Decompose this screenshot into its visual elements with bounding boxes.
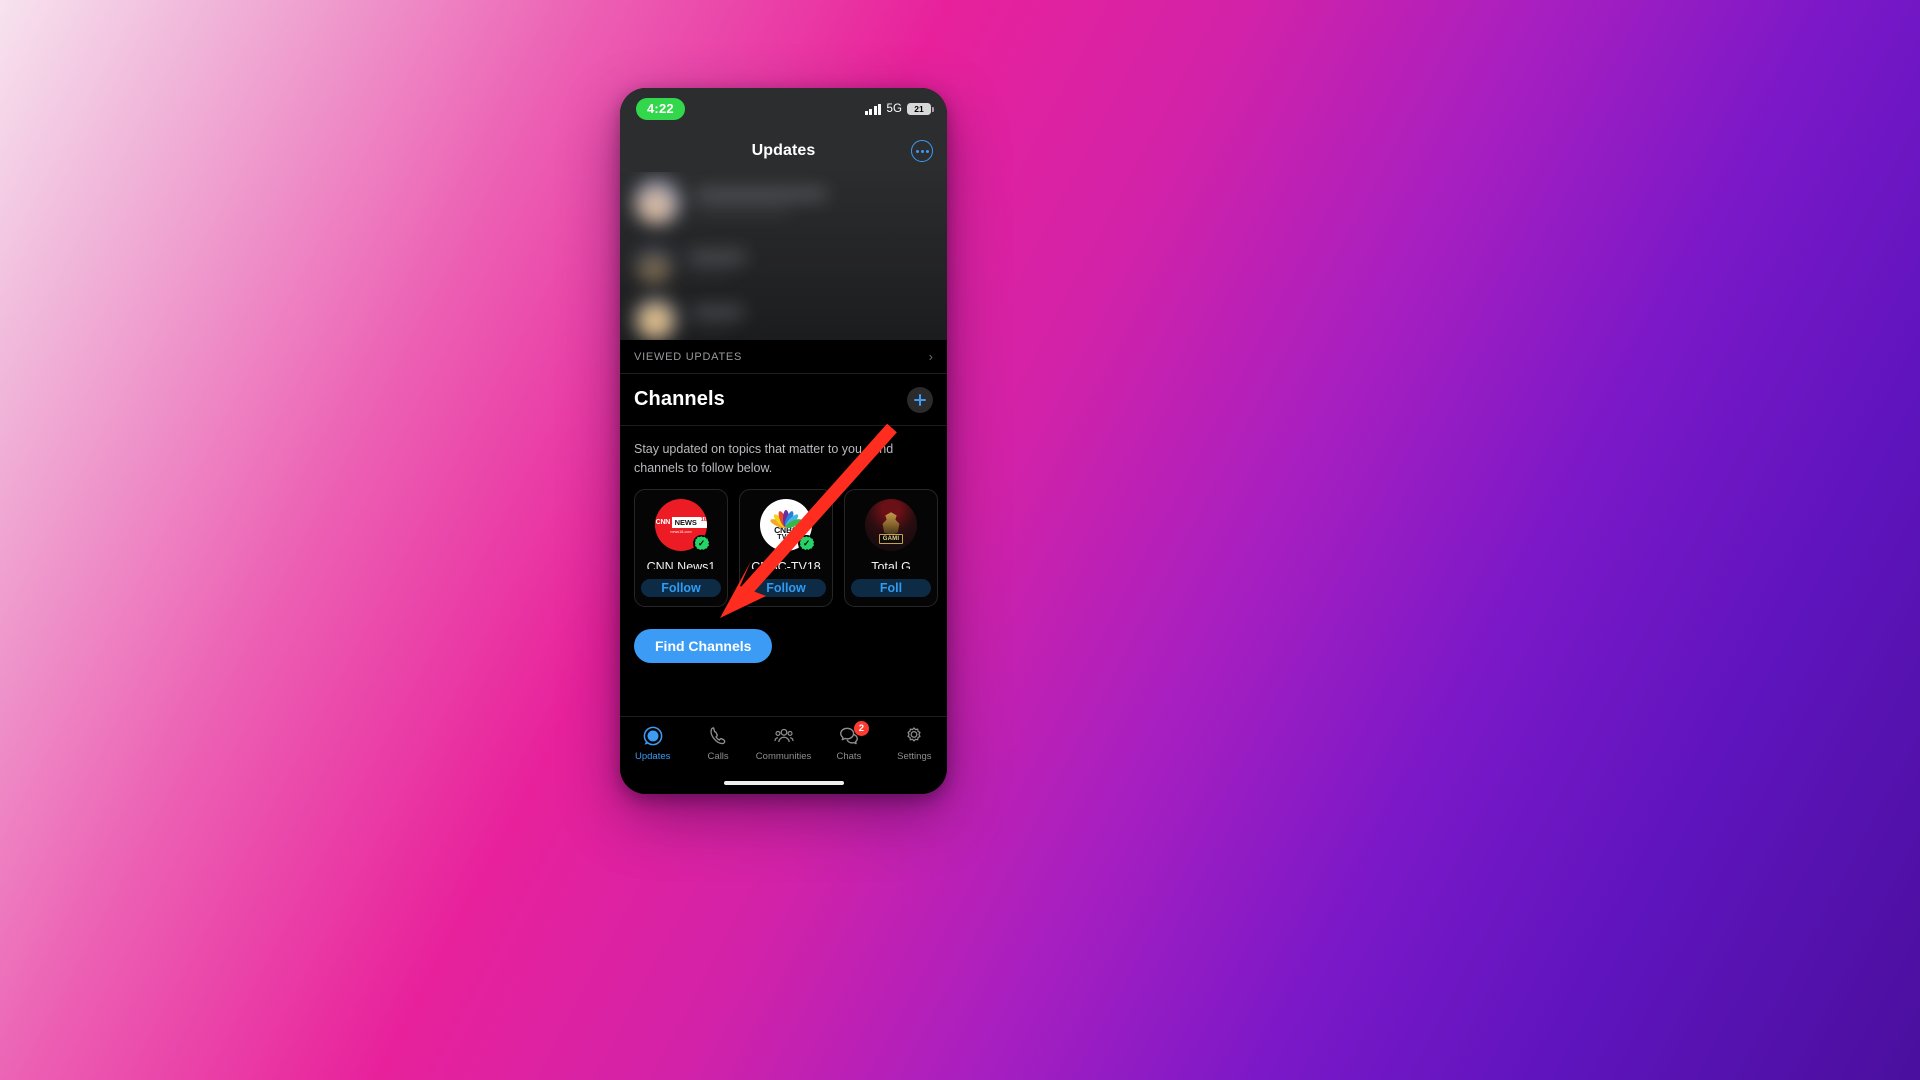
cnbc-logo-sub: TV18 (777, 534, 795, 542)
channels-header: Channels (620, 374, 947, 426)
list-item[interactable] (634, 297, 744, 340)
channel-card-cnbc-tv18[interactable]: CNBC TV18 CNBC-TV18 Follow (739, 488, 833, 607)
battery-level-label: 21 (914, 103, 924, 114)
tab-calls[interactable]: Calls (685, 725, 750, 762)
channels-description: Stay updated on topics that matter to yo… (620, 426, 947, 489)
tab-label: Communities (755, 751, 812, 762)
bottom-tab-bar: Updates Calls Communities 2 Chats Settin… (620, 716, 947, 794)
avatar (634, 178, 681, 225)
phone-icon (707, 725, 729, 747)
page-title: Updates (751, 142, 816, 159)
verified-badge-icon (693, 534, 710, 552)
list-item[interactable] (634, 178, 827, 225)
cnn-logo-prefix: CNN (655, 517, 673, 529)
status-time: 4:22 (636, 98, 685, 120)
home-indicator (723, 780, 844, 785)
channel-name: CNN News1 (646, 559, 716, 570)
tab-communities[interactable]: Communities (751, 725, 816, 762)
channel-name: CNBC-TV18 (751, 559, 821, 570)
tab-label: Chats (836, 751, 862, 762)
updates-list-redacted[interactable] (620, 172, 947, 340)
channel-card-total-gaming[interactable]: GAMI Total G Foll (844, 488, 938, 607)
nav-bar: Updates (620, 130, 947, 172)
gamer-figure-icon (882, 512, 900, 535)
channel-card-cnn-news18[interactable]: CNN NEWS 18 news18.com CNN News1 Follow (634, 488, 728, 607)
verified-badge-icon (798, 534, 815, 552)
peacock-icon (769, 508, 803, 530)
more-options-icon[interactable] (911, 140, 933, 162)
tab-label: Calls (707, 751, 729, 762)
cnbc-tv18-follow-button[interactable]: Follow (746, 579, 826, 597)
tab-label: Settings (897, 751, 932, 762)
channels-title: Channels (634, 388, 725, 410)
tab-settings[interactable]: Settings (882, 725, 947, 762)
gear-icon (903, 725, 925, 747)
total-gaming-follow-button[interactable]: Foll (851, 579, 931, 597)
chats-icon: 2 (838, 721, 869, 747)
avatar (634, 297, 678, 340)
chevron-right-icon: › (928, 349, 933, 364)
cnn-news18-follow-button[interactable]: Follow (641, 579, 721, 597)
tab-label: Updates (635, 751, 671, 762)
updates-icon (642, 725, 664, 747)
viewed-updates-row[interactable]: VIEWED UPDATES › (620, 340, 947, 374)
channel-name: Total G (871, 559, 911, 570)
status-bar: 4:22 5G 21 (620, 88, 947, 130)
total-gaming-logo-text: GAMI (878, 533, 904, 544)
cnn-logo-sup: 18 (699, 517, 707, 529)
communities-icon (773, 725, 795, 747)
desktop-background: 4:22 5G 21 Updates VIEWED UPDATES › Chan… (0, 0, 1920, 1080)
channels-add-button[interactable] (907, 386, 933, 413)
battery-icon: 21 (907, 103, 934, 115)
status-indicators: 5G 21 (864, 103, 934, 115)
tab-chats[interactable]: 2 Chats (816, 721, 881, 762)
tab-updates[interactable]: Updates (620, 725, 685, 762)
avatar (634, 244, 674, 284)
list-item[interactable] (634, 244, 746, 284)
signal-bars-icon (864, 103, 882, 115)
network-type-label: 5G (886, 103, 902, 115)
find-channels-button[interactable]: Find Channels (634, 628, 773, 663)
total-gaming-logo: GAMI (865, 498, 917, 551)
phone-mockup: 4:22 5G 21 Updates VIEWED UPDATES › Chan… (620, 88, 947, 794)
cnn-logo-url: news18.com (670, 530, 692, 535)
channel-cards-strip[interactable]: CNN NEWS 18 news18.com CNN News1 Follow (620, 488, 947, 613)
find-channels-area: Find Channels (620, 612, 947, 683)
viewed-updates-label: VIEWED UPDATES (634, 350, 743, 363)
cnn-logo-main: NEWS (672, 517, 700, 529)
chats-unread-badge: 2 (853, 721, 869, 736)
